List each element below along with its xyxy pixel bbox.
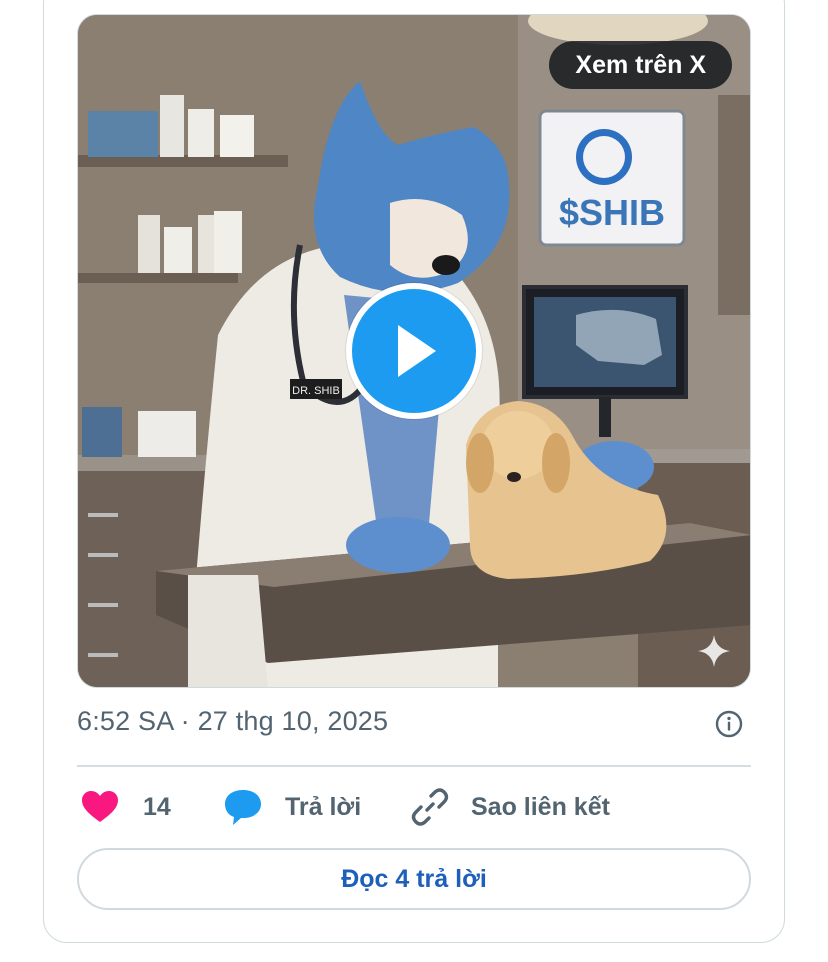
svg-text:$SHIB: $SHIB [559,192,665,233]
info-icon[interactable] [715,710,743,738]
copy-link-button[interactable]: Sao liên kết [411,782,610,832]
heart-icon [82,791,118,822]
svg-text:DR. SHIB: DR. SHIB [292,385,340,397]
reply-button[interactable]: Trả lời [223,782,361,832]
copy-link-label: Sao liên kết [471,792,610,821]
reply-label: Trả lời [285,792,362,821]
play-button[interactable] [346,283,482,419]
read-replies-button[interactable]: Đọc 4 trả lời [77,848,751,910]
divider [77,765,751,767]
video-thumbnail[interactable]: $SHIB DR. SHIB Xem trên X [77,14,751,688]
action-bar: 14 Trả lời Sao liên kết [77,782,751,832]
play-icon [398,325,436,377]
like-button[interactable]: 14 [81,782,171,832]
like-count: 14 [143,792,171,821]
link-icon [411,788,449,826]
view-on-x-button[interactable]: Xem trên X [549,41,732,89]
post-timestamp[interactable]: 6:52 SA · 27 thg 10, 2025 [77,706,388,737]
reply-bubble-icon [225,790,261,825]
sparkle-icon [698,635,730,667]
